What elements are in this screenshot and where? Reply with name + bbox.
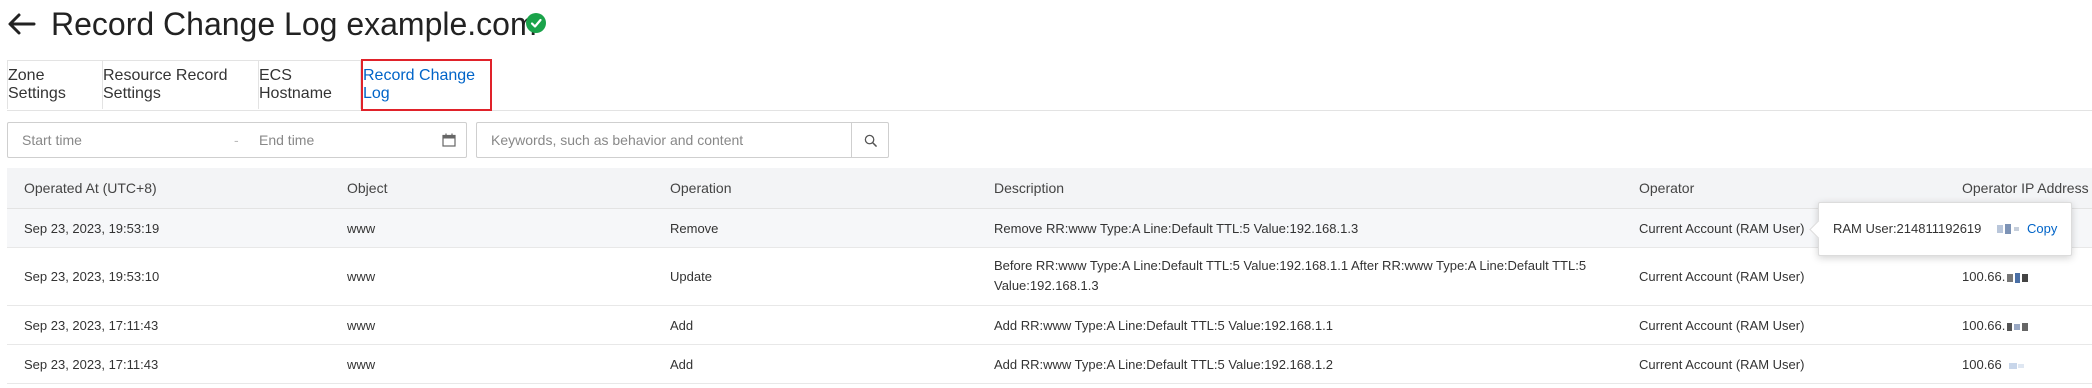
search-button[interactable] — [851, 123, 888, 157]
table-row[interactable]: Sep 23, 2023, 19:53:10 www Update Before… — [7, 248, 2092, 306]
cell-operated-at: Sep 23, 2023, 17:11:43 — [24, 357, 159, 372]
tab-zone-settings[interactable]: Zone Settings — [7, 60, 103, 109]
cell-description: Before RR:www Type:A Line:Default TTL:5 … — [994, 258, 1587, 293]
tab-record-change-log[interactable]: Record Change Log — [361, 59, 492, 111]
date-separator: - — [234, 132, 239, 148]
cell-operated-at: Sep 23, 2023, 17:11:43 — [24, 318, 159, 333]
redacted-user-mark — [1997, 224, 2019, 234]
search-icon — [864, 134, 877, 147]
page-title: Record Change Log example.com — [51, 6, 537, 42]
cell-description: Remove RR:www Type:A Line:Default TTL:5 … — [994, 221, 1359, 236]
tab-resource-record-settings[interactable]: Resource Record Settings — [102, 60, 259, 109]
cell-operator[interactable]: Current Account (RAM User) — [1639, 221, 1804, 236]
cell-operator[interactable]: Current Account (RAM User) — [1639, 318, 1804, 333]
cell-operator-ip: 100.66 — [1962, 357, 2029, 372]
verified-icon — [525, 12, 547, 34]
column-header-description: Description — [994, 180, 1065, 196]
ram-user-id: RAM User:214811192619 — [1833, 221, 1982, 236]
table-row[interactable]: Sep 23, 2023, 17:11:43 www Add Add RR:ww… — [7, 345, 2092, 384]
redacted-ip-mark — [2007, 322, 2029, 331]
tab-ecs-hostname[interactable]: ECS Hostname — [258, 60, 361, 109]
redacted-ip-mark — [2007, 272, 2029, 283]
cell-operation: Add — [670, 318, 694, 333]
start-time-field[interactable]: Start time — [22, 132, 82, 148]
tab-bar: Zone Settings Resource Record Settings E… — [7, 59, 2092, 111]
cell-object: www — [347, 269, 376, 284]
cell-operated-at: Sep 23, 2023, 19:53:10 — [24, 269, 160, 284]
cell-object: www — [347, 221, 376, 236]
end-time-field[interactable]: End time — [259, 132, 314, 148]
ip-text: 100.66. — [1962, 318, 2006, 333]
page-header: Record Change Log example.com — [0, 0, 2092, 52]
calendar-icon[interactable] — [442, 133, 456, 147]
cell-operation: Add — [670, 357, 694, 372]
table-row[interactable]: Sep 23, 2023, 17:11:43 www Add Add RR:ww… — [7, 306, 2092, 345]
redacted-ip-mark — [2008, 362, 2024, 369]
table-row[interactable]: Sep 23, 2023, 19:53:19 www Remove Remove… — [7, 209, 2092, 248]
back-arrow-icon[interactable] — [4, 6, 40, 42]
column-header-operator: Operator — [1639, 180, 1695, 196]
search-input[interactable] — [477, 123, 849, 157]
cell-operation: Update — [670, 269, 712, 284]
column-header-operated-at: Operated At (UTC+8) — [24, 180, 157, 196]
cell-operator[interactable]: Current Account (RAM User) — [1639, 357, 1804, 372]
column-header-operation: Operation — [670, 180, 732, 196]
keyword-search — [476, 122, 889, 158]
column-header-object: Object — [347, 180, 388, 196]
cell-operator-ip: 100.66. — [1962, 269, 2032, 284]
cell-description: Add RR:www Type:A Line:Default TTL:5 Val… — [994, 357, 1333, 372]
cell-operator[interactable]: Current Account (RAM User) — [1639, 269, 1804, 284]
copy-button[interactable]: Copy — [2027, 221, 2057, 236]
cell-operator-ip: 100.66. — [1962, 318, 2032, 333]
ip-text: 100.66. — [1962, 269, 2006, 284]
date-range-picker[interactable]: Start time - End time — [7, 122, 467, 158]
cell-object: www — [347, 357, 376, 372]
cell-operated-at: Sep 23, 2023, 19:53:19 — [24, 221, 160, 236]
change-log-table: Operated At (UTC+8) Object Operation Des… — [7, 168, 2092, 384]
cell-operation: Remove — [670, 221, 719, 236]
operator-tooltip: RAM User:214811192619 Copy — [1809, 202, 2072, 256]
ip-text: 100.66 — [1962, 357, 2002, 372]
table-header: Operated At (UTC+8) Object Operation Des… — [7, 168, 2092, 209]
cell-object: www — [347, 318, 376, 333]
cell-description: Add RR:www Type:A Line:Default TTL:5 Val… — [994, 318, 1333, 333]
